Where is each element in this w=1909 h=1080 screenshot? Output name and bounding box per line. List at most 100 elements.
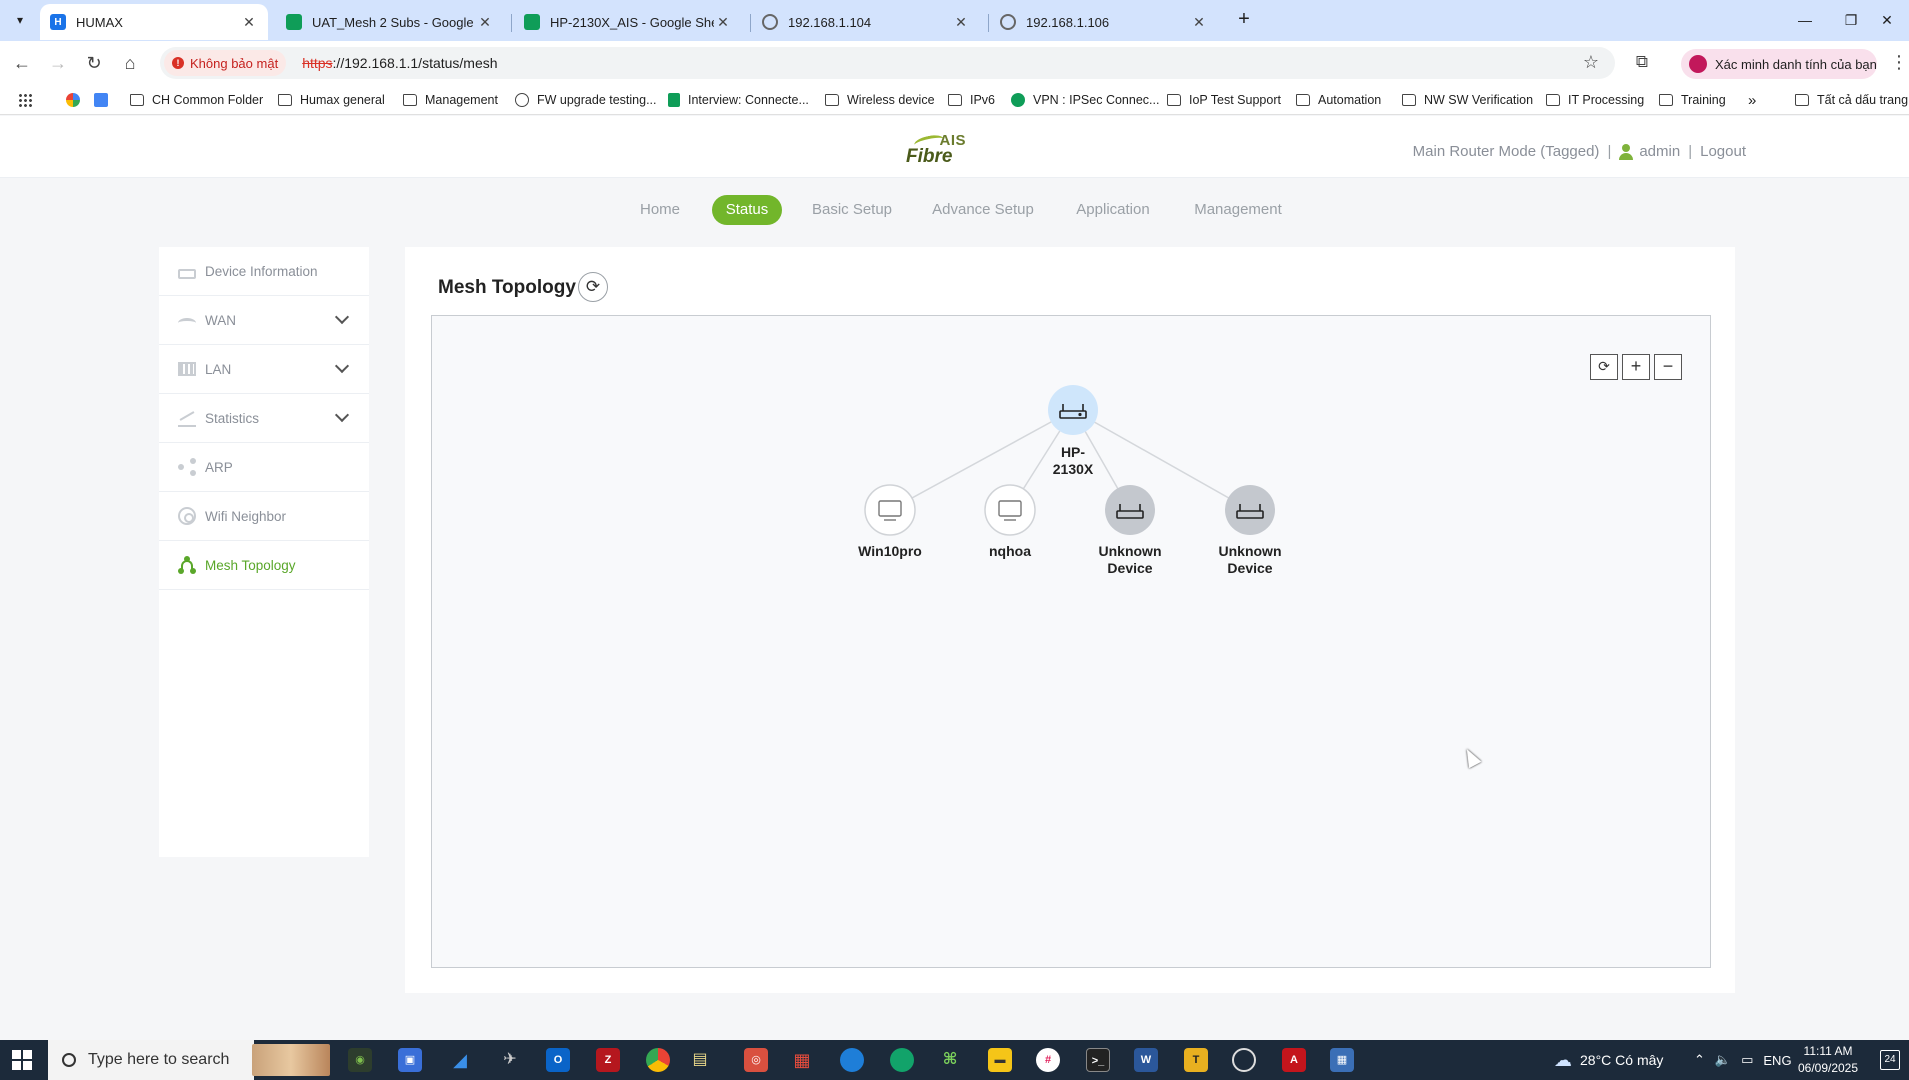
taskbar-clock[interactable]: 11:11 AM 06/09/2025 — [1788, 1043, 1868, 1077]
chevron-up-icon[interactable]: ⌃ — [1694, 1052, 1705, 1068]
taskbar-search-box[interactable]: Type here to search — [48, 1040, 330, 1080]
not-secure-chip[interactable]: ! Không bảo mật — [164, 50, 287, 76]
bookmark-label: NW SW Verification — [1424, 93, 1534, 107]
tab-close-icon[interactable]: ✕ — [952, 14, 970, 31]
bookmark-wireless-device[interactable]: Wireless device — [825, 91, 935, 109]
bookmark-vpn[interactable]: VPN : IPSec Connec... — [1011, 91, 1159, 109]
sidebar-item-lan[interactable]: LAN — [159, 345, 369, 394]
bookmark-humax-general[interactable]: Humax general — [278, 91, 385, 109]
slack-app-icon[interactable]: # — [1036, 1048, 1060, 1072]
terminal-app-icon[interactable]: ⌘ — [938, 1048, 962, 1072]
bookmark-label: IoP Test Support — [1189, 93, 1281, 107]
nav-home[interactable]: Home — [630, 195, 690, 225]
acrobat-app-icon[interactable]: A — [1282, 1048, 1306, 1072]
chevron-down-icon[interactable] — [334, 407, 350, 423]
logout-link[interactable]: Logout — [1700, 143, 1746, 160]
tray-icons[interactable]: ⌃ 🔈 ▭ ENG — [1694, 1040, 1792, 1080]
address-bar[interactable]: ! Không bảo mật https://192.168.1.1/stat… — [160, 47, 1615, 79]
tab-close-icon[interactable]: ✕ — [714, 14, 732, 31]
url-text[interactable]: https://192.168.1.1/status/mesh — [302, 55, 497, 71]
sidebar-item-device-information[interactable]: Device Information — [159, 247, 369, 296]
file-manager-app-icon[interactable]: ▤ — [688, 1048, 712, 1072]
node-unknown-device-2[interactable] — [1225, 485, 1275, 535]
tab-close-icon[interactable]: ✕ — [1190, 14, 1208, 31]
bookmark-iop-test[interactable]: IoP Test Support — [1167, 91, 1281, 109]
minimize-icon[interactable]: — — [1782, 6, 1828, 34]
nav-status[interactable]: Status — [712, 195, 782, 225]
grid-app-icon[interactable]: ▦ — [790, 1048, 814, 1072]
windows-start-icon[interactable] — [12, 1050, 32, 1070]
tab-hp2130x-sheet[interactable]: HP-2130X_AIS - Google Sheets ✕ — [514, 4, 742, 40]
wireshark-fin-icon[interactable]: ◢ — [448, 1048, 472, 1072]
bookmark-ch-common-folder[interactable]: CH Common Folder — [130, 91, 263, 109]
nav-basic-setup[interactable]: Basic Setup — [805, 195, 899, 225]
nav-application[interactable]: Application — [1068, 195, 1158, 225]
nav-management[interactable]: Management — [1188, 195, 1288, 225]
back-arrow-icon[interactable]: ← — [8, 50, 36, 76]
red-app-icon[interactable]: ◎ — [744, 1048, 768, 1072]
chevron-down-icon[interactable] — [334, 358, 350, 374]
calculator-app-icon[interactable]: ▦ — [1330, 1048, 1354, 1072]
notifications-icon[interactable]: 24 — [1880, 1050, 1900, 1070]
profile-verify-chip[interactable]: Xác minh danh tính của bạn — [1681, 49, 1877, 79]
tool-app-icon[interactable]: ✈ — [498, 1048, 522, 1072]
browser-menu-icon[interactable]: ⋮ — [1890, 52, 1908, 73]
home-icon[interactable]: ⌂ — [116, 50, 144, 76]
bookmark-nw-sw-verification[interactable]: NW SW Verification — [1402, 91, 1533, 109]
ais-fibre-logo[interactable]: AIS Fibre — [904, 130, 968, 167]
bookmark-star-icon[interactable]: ☆ — [1583, 52, 1599, 73]
chevron-down-icon[interactable] — [334, 309, 350, 325]
window-close-icon[interactable]: ✕ — [1864, 6, 1909, 34]
sidebar-item-wifi-neighbor[interactable]: Wifi Neighbor — [159, 492, 369, 541]
tera-term-app-icon[interactable]: T — [1184, 1048, 1208, 1072]
sidebar-item-statistics[interactable]: Statistics — [159, 394, 369, 443]
apps-grid-icon[interactable] — [18, 93, 32, 107]
tab-search-icon[interactable]: ▾ — [8, 8, 32, 32]
extensions-puzzle-icon[interactable]: ⧉ — [1630, 52, 1654, 76]
bookmark-management[interactable]: Management — [403, 91, 498, 109]
tab-192-168-1-104[interactable]: 192.168.1.104 ✕ — [752, 4, 980, 40]
globe-app-icon-1[interactable] — [840, 1048, 864, 1072]
outlook-app-icon[interactable]: O — [546, 1048, 570, 1072]
xmind-app-icon[interactable]: ◉ — [348, 1048, 372, 1072]
tab-humax[interactable]: H HUMAX ✕ — [40, 4, 268, 40]
google-translate-bookmark[interactable] — [94, 91, 116, 109]
tab-uat-mesh-sheet[interactable]: UAT_Mesh 2 Subs - Google She ✕ — [276, 4, 504, 40]
refresh-topology-button[interactable]: ⟳ — [578, 272, 608, 302]
app-window-icon[interactable]: ▣ — [398, 1048, 422, 1072]
bookmark-ipv6[interactable]: IPv6 — [948, 91, 995, 109]
sticky-notes-app-icon[interactable]: ▬ — [988, 1048, 1012, 1072]
bookmark-interview[interactable]: Interview: Connecte... — [668, 91, 809, 109]
node-root-router[interactable] — [1048, 385, 1098, 435]
new-tab-plus-icon[interactable]: + — [1232, 8, 1256, 32]
topology-canvas[interactable]: ⟳ + − HP- 2130X Win10pro nqhoa Unknown D… — [431, 315, 1711, 968]
forward-arrow-icon[interactable]: → — [44, 50, 72, 76]
bookmark-automation[interactable]: Automation — [1296, 91, 1381, 109]
tab-close-icon[interactable]: ✕ — [476, 14, 494, 31]
network-icon[interactable]: ▭ — [1741, 1052, 1753, 1068]
tab-close-icon[interactable]: ✕ — [240, 14, 258, 31]
bookmark-fw-upgrade[interactable]: FW upgrade testing... — [515, 91, 657, 109]
bookmarks-overflow-chevron-icon[interactable]: » — [1748, 91, 1756, 109]
nav-advance-setup[interactable]: Advance Setup — [928, 195, 1038, 225]
tab-192-168-1-106[interactable]: 192.168.1.106 ✕ — [990, 4, 1218, 40]
cmd-app-icon[interactable]: >_ — [1086, 1048, 1110, 1072]
sidebar-item-mesh-topology[interactable]: Mesh Topology — [159, 541, 369, 590]
node-unknown-device-1[interactable] — [1105, 485, 1155, 535]
bookmark-training[interactable]: Training — [1659, 91, 1726, 109]
word-app-icon[interactable]: W — [1134, 1048, 1158, 1072]
sidebar-item-wan[interactable]: WAN — [159, 296, 369, 345]
sidebar-item-arp[interactable]: ARP — [159, 443, 369, 492]
globe-app-icon-2[interactable] — [890, 1048, 914, 1072]
node-nqhoa[interactable] — [984, 484, 1036, 536]
chrome-app-icon[interactable] — [646, 1048, 670, 1072]
clock-app-icon[interactable] — [1232, 1048, 1256, 1072]
google-bookmark[interactable] — [66, 91, 88, 109]
all-bookmarks[interactable]: Tất cả dấu trang — [1795, 91, 1908, 109]
volume-icon[interactable]: 🔈 — [1715, 1052, 1731, 1068]
filezilla-app-icon[interactable]: Z — [596, 1048, 620, 1072]
node-win10pro[interactable] — [864, 484, 916, 536]
bookmark-it-processing[interactable]: IT Processing — [1546, 91, 1644, 109]
reload-icon[interactable]: ↻ — [80, 50, 108, 76]
weather-widget[interactable]: ☁ 28°C Có mây — [1554, 1040, 1663, 1080]
